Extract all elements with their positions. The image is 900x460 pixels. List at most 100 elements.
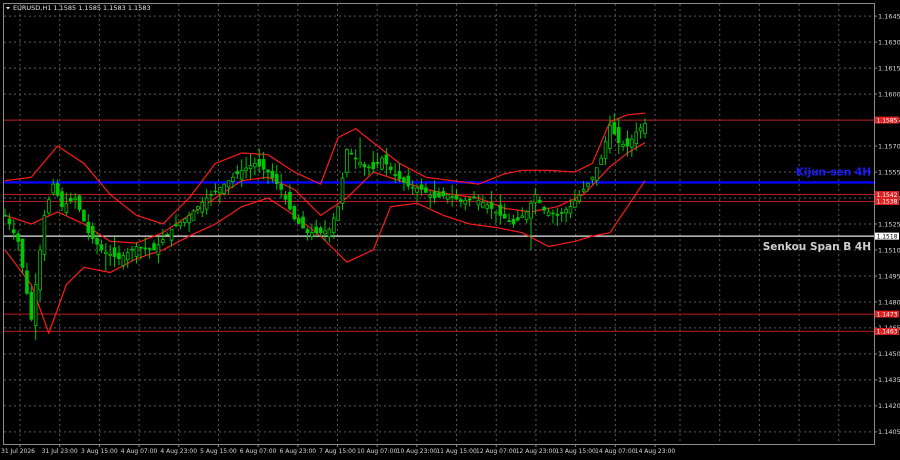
candle-body[interactable]	[581, 188, 586, 192]
candle-body[interactable]	[616, 127, 621, 143]
candle-body[interactable]	[590, 176, 595, 181]
candle-body[interactable]	[502, 213, 507, 219]
candle-body[interactable]	[445, 194, 450, 200]
candle-body[interactable]	[196, 206, 200, 210]
candle-body[interactable]	[564, 209, 568, 214]
candle-body[interactable]	[174, 224, 178, 227]
candle-body[interactable]	[86, 221, 91, 234]
candle-body[interactable]	[64, 203, 69, 213]
candle-body[interactable]	[507, 220, 511, 223]
candle-body[interactable]	[248, 165, 253, 169]
candle-body[interactable]	[634, 131, 639, 145]
candle-body[interactable]	[362, 164, 367, 168]
candle-body[interactable]	[235, 171, 240, 175]
candle-body[interactable]	[112, 247, 117, 257]
candle-body[interactable]	[178, 221, 183, 227]
candle-body[interactable]	[244, 167, 248, 171]
candle-body[interactable]	[121, 255, 126, 266]
candle-body[interactable]	[231, 176, 235, 182]
candle-body[interactable]	[323, 230, 327, 235]
candle-body[interactable]	[345, 149, 349, 173]
candle-body[interactable]	[47, 199, 51, 214]
candle-body[interactable]	[419, 184, 424, 190]
candle-body[interactable]	[274, 173, 279, 184]
candle-body[interactable]	[529, 202, 533, 219]
candle-body[interactable]	[463, 199, 468, 205]
candle-body[interactable]	[437, 192, 441, 198]
candle-body[interactable]	[51, 183, 56, 194]
candle-body[interactable]	[200, 201, 205, 213]
candle-body[interactable]	[209, 194, 213, 196]
candle-body[interactable]	[612, 122, 617, 135]
candle-body[interactable]	[336, 206, 340, 221]
candle-body[interactable]	[222, 183, 226, 194]
candle-body[interactable]	[349, 152, 354, 155]
candle-body[interactable]	[82, 209, 86, 222]
candle-body[interactable]	[16, 233, 20, 242]
candle-body[interactable]	[310, 232, 314, 237]
candle-body[interactable]	[125, 252, 130, 260]
candle-body[interactable]	[95, 238, 99, 245]
candle-body[interactable]	[467, 198, 472, 201]
candle-body[interactable]	[608, 124, 612, 149]
candle-body[interactable]	[296, 218, 301, 224]
candle-body[interactable]	[156, 244, 161, 256]
candle-body[interactable]	[261, 159, 266, 170]
candle-body[interactable]	[472, 196, 476, 199]
candle-body[interactable]	[546, 211, 551, 216]
candle-body[interactable]	[367, 166, 371, 169]
candle-body[interactable]	[33, 284, 38, 326]
candle-body[interactable]	[388, 166, 393, 171]
candle-body[interactable]	[428, 194, 433, 198]
candle-body[interactable]	[318, 227, 323, 234]
candle-body[interactable]	[147, 248, 152, 250]
candle-body[interactable]	[279, 183, 283, 190]
candle-body[interactable]	[134, 246, 139, 257]
candle-body[interactable]	[73, 197, 77, 200]
candle-body[interactable]	[551, 212, 555, 215]
chart-root[interactable]: 1.1645 1.1630 1.1615 1.1600 1.1585 1.1570 1.15…	[0, 0, 900, 460]
candle-body[interactable]	[29, 292, 34, 320]
candle-body[interactable]	[638, 127, 643, 132]
candle-body[interactable]	[38, 249, 42, 291]
candle-body[interactable]	[90, 225, 95, 239]
candle-body[interactable]	[625, 138, 630, 147]
candle-body[interactable]	[476, 199, 481, 206]
candle-body[interactable]	[213, 190, 218, 193]
candle-body[interactable]	[537, 199, 542, 203]
candle-body[interactable]	[217, 187, 222, 194]
candle-body[interactable]	[516, 217, 520, 221]
candle-body[interactable]	[358, 162, 362, 166]
candle-body[interactable]	[371, 161, 376, 169]
candle-body[interactable]	[288, 191, 292, 210]
candle-body[interactable]	[599, 157, 603, 165]
candle-body[interactable]	[108, 253, 113, 256]
candle-body[interactable]	[643, 123, 647, 134]
candle-body[interactable]	[182, 218, 187, 223]
candle-body[interactable]	[559, 212, 564, 214]
candle-body[interactable]	[410, 186, 415, 189]
candle-body[interactable]	[533, 194, 538, 204]
candle-body[interactable]	[454, 194, 459, 200]
candle-body[interactable]	[270, 170, 275, 179]
candle-body[interactable]	[165, 233, 169, 236]
candle-body[interactable]	[459, 199, 463, 202]
candle-body[interactable]	[441, 191, 446, 197]
candle-body[interactable]	[485, 204, 489, 209]
candle-body[interactable]	[99, 244, 104, 251]
candle-body[interactable]	[603, 141, 608, 159]
candle-body[interactable]	[498, 204, 503, 216]
candle-body[interactable]	[481, 202, 485, 208]
candle-body[interactable]	[25, 270, 29, 294]
candle-body[interactable]	[402, 177, 406, 183]
candle-body[interactable]	[253, 162, 257, 168]
candle-body[interactable]	[130, 248, 134, 251]
candle-body[interactable]	[55, 183, 60, 196]
candle-body[interactable]	[524, 211, 529, 220]
candle-body[interactable]	[42, 214, 47, 255]
candle-body[interactable]	[375, 161, 380, 164]
candle-body[interactable]	[161, 239, 165, 243]
candle-body[interactable]	[380, 157, 384, 170]
candle-body[interactable]	[143, 247, 148, 250]
candle-body[interactable]	[594, 167, 599, 181]
